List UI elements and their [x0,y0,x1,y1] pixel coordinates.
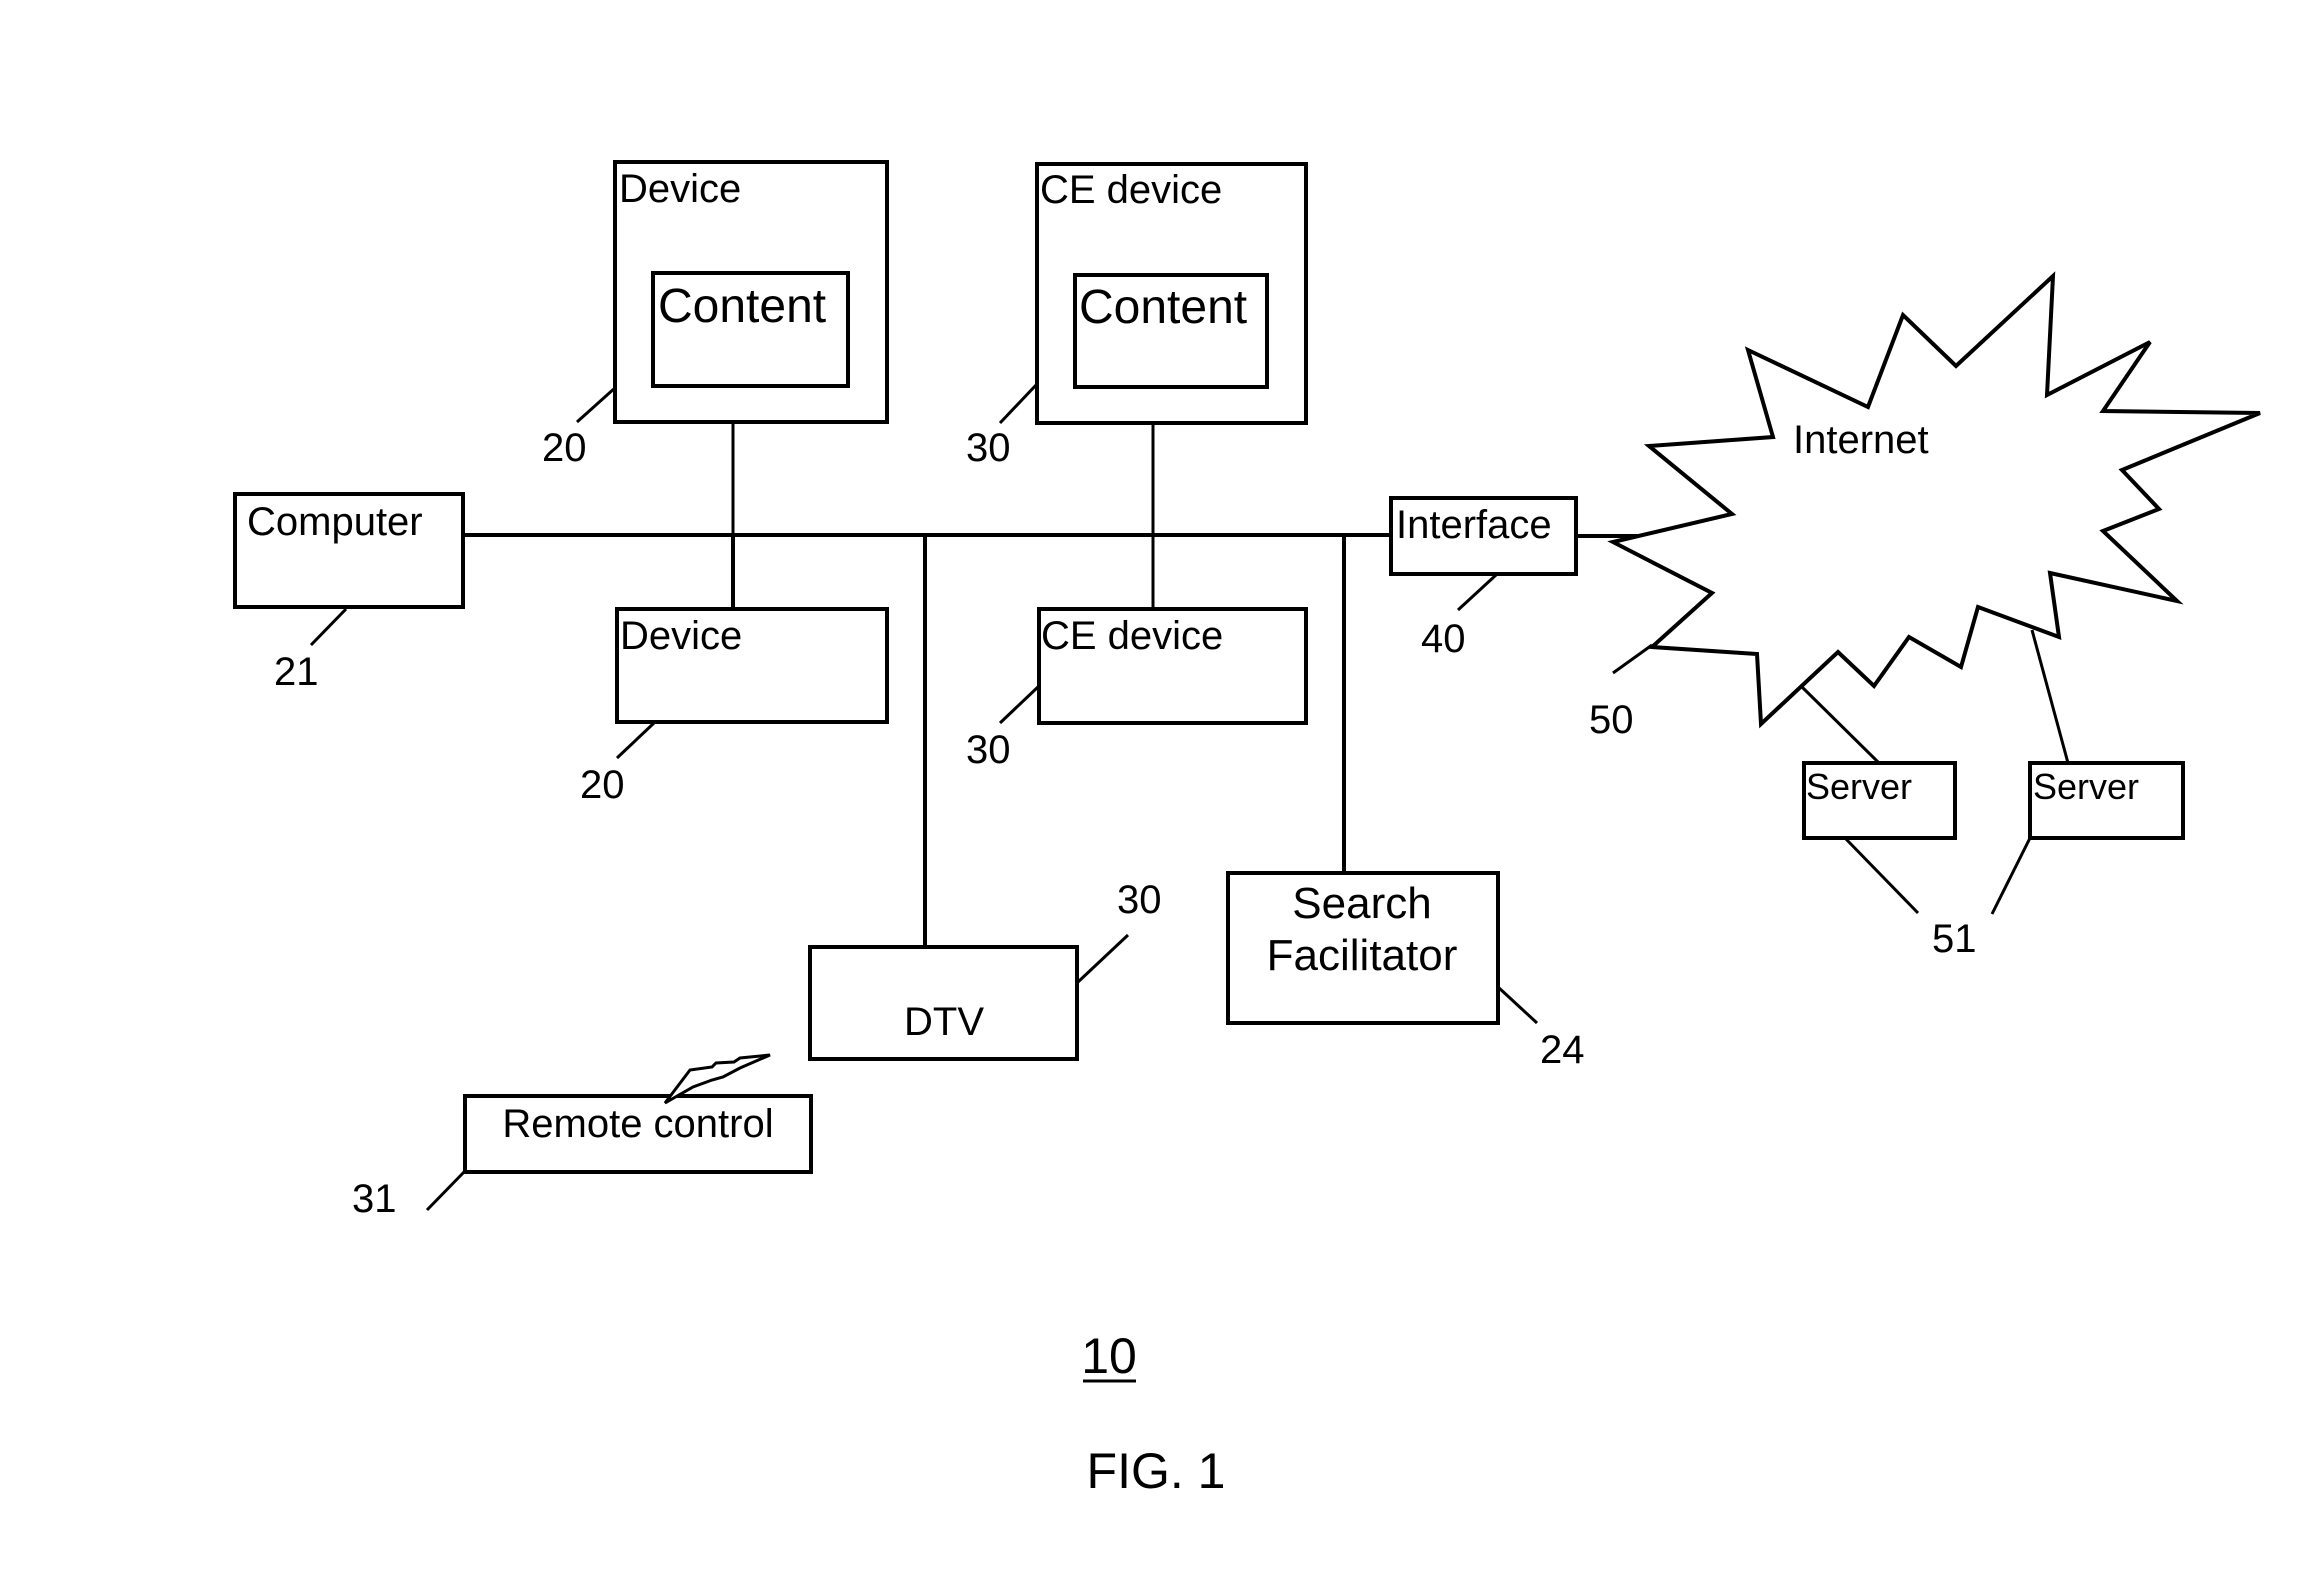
ce-device-bottom-label: CE device [1041,614,1223,658]
internet-to-server-right-line [2030,629,2070,764]
remote-control-ref-leader [425,1169,467,1212]
internet-label: Internet [1793,418,1929,462]
ce-device-top-node: CE device Content [1035,162,1308,425]
network-diagram: Internet 50 Device Content 20 CE device … [233,160,2261,1499]
search-facilitator-label-line2: Facilitator [1267,931,1458,980]
interface-ref-number: 40 [1421,617,1466,661]
ce-device-bottom-ref-leader [998,684,1041,725]
remote-control-ref-number: 31 [352,1177,397,1221]
device-top-ref-number: 20 [542,426,587,470]
search-facilitator-label-line1: Search [1292,879,1431,928]
ce-device-top-content-label: Content [1079,281,1247,334]
server-right-node: Server [2028,761,2185,840]
ce-device-top-ref-number: 30 [966,426,1011,470]
computer-ref-leader [309,607,348,647]
servers-ref-number: 51 [1932,917,1977,961]
ce-device-top-label: CE device [1040,168,1222,212]
device-bottom-node: Device [615,607,889,724]
dtv-label: DTV [904,1000,984,1044]
internet-cloud: Internet [1607,271,2261,729]
internet-ref-leader [1612,643,1653,675]
device-top-content-label: Content [658,280,826,333]
server-left-ref-leader [1843,836,1920,915]
ce-device-top-ref-leader [998,382,1039,425]
search-facilitator-node: Search Facilitator [1226,871,1500,1025]
internet-to-server-left-line [1800,685,1881,765]
ce-device-bottom-ref-number: 30 [966,728,1011,772]
device-bottom-label: Device [620,614,742,658]
computer-ref-number: 21 [274,650,319,694]
dtv-ref-number: 30 [1117,878,1162,922]
dtv-ref-leader [1076,933,1130,984]
remote-control-node: Remote control [463,1094,813,1174]
system-ref-number: 10 [1081,1328,1137,1384]
server-left-node: Server [1802,761,1957,840]
figure-caption: FIG. 1 [1087,1443,1226,1499]
server-right-label: Server [2033,766,2139,807]
device-bottom-ref-leader [615,721,656,760]
computer-node: Computer [233,492,465,609]
interface-node: Interface [1389,496,1578,576]
server-left-label: Server [1806,766,1912,807]
remote-control-label: Remote control [502,1102,773,1146]
interface-ref-leader [1456,573,1498,612]
computer-label: Computer [247,500,423,544]
ce-device-bottom-node: CE device [1037,607,1308,725]
device-top-ref-leader [575,385,618,424]
server-right-ref-leader [1990,837,2032,915]
search-facilitator-ref-leader [1496,985,1539,1025]
interface-label: Interface [1396,503,1552,547]
dtv-node: DTV [808,945,1079,1061]
internet-starburst-shape [1607,271,2261,729]
internet-ref-number: 50 [1589,698,1634,742]
device-bottom-ref-number: 20 [580,763,625,807]
device-top-node: Device Content [613,160,889,424]
search-facilitator-ref-number: 24 [1540,1028,1585,1072]
device-top-label: Device [619,167,741,211]
